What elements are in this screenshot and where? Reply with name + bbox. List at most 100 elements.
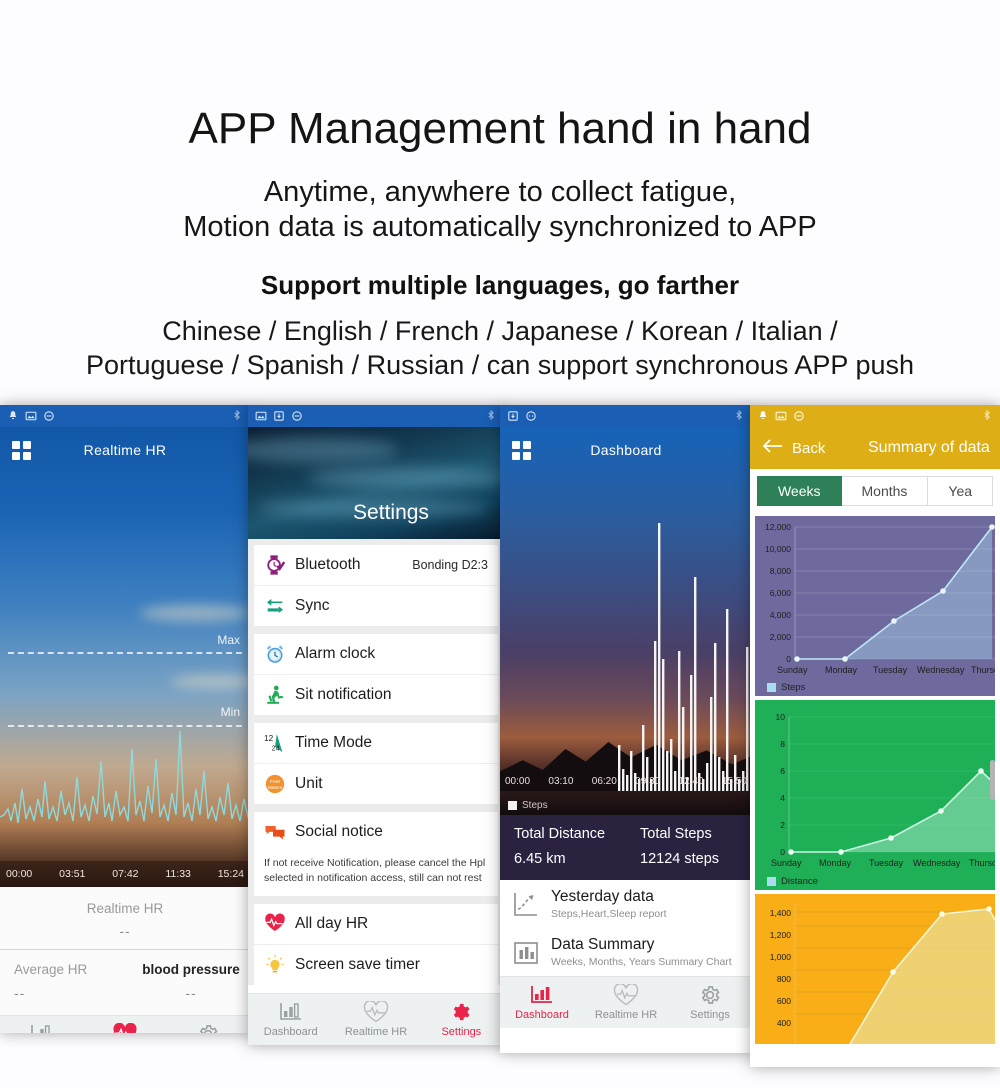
- trend-chart-icon: [512, 890, 540, 918]
- nav-item-settings[interactable]: Settings: [419, 1001, 504, 1038]
- nav-item-dashboard[interactable]: Dashboard: [0, 1023, 83, 1033]
- gear-icon: [419, 1001, 504, 1023]
- total-distance-stat: Total Distance 6.45 km: [500, 826, 626, 867]
- list-item-subtitle: Steps,Heart,Sleep report: [551, 908, 667, 920]
- chart-legend: Distance: [767, 876, 818, 887]
- y-tick: 6,000: [769, 588, 791, 598]
- hero-language-list: Chinese / English / French / Japanese / …: [0, 315, 1000, 383]
- nav-item-dashboard[interactable]: Dashboard: [500, 984, 584, 1021]
- phone-screen-realtime-hr: Realtime HR Max Min 00:00 03:51 07:42 11…: [0, 405, 250, 1033]
- phone-screen-dashboard: Dashboard 00:00 03:10 06:20 09:30 12:40 …: [500, 405, 752, 1053]
- bar-chart-icon: [512, 938, 540, 966]
- settings-title: Settings: [353, 501, 429, 524]
- nav-item-settings[interactable]: Settings: [167, 1023, 250, 1033]
- notification-bell-icon: [7, 410, 19, 422]
- speech-bubbles-icon: [264, 821, 286, 843]
- settings-row-label: Social notice: [295, 823, 383, 840]
- hero-bold-line: Support multiple languages, go farther: [260, 270, 740, 301]
- chart-legend: Steps: [767, 682, 805, 693]
- steps-bar-chart: [618, 523, 749, 791]
- x-tick: Wednesday: [913, 858, 961, 868]
- blood-pressure-label: blood pressure: [142, 962, 240, 977]
- app-bar: Realtime HR: [0, 427, 250, 473]
- settings-row-label: Alarm clock: [295, 645, 376, 662]
- settings-row-label: Unit: [295, 775, 323, 792]
- settings-row-social-notice[interactable]: Social notice: [254, 812, 498, 852]
- y-tick: 2: [780, 820, 785, 830]
- page-title: APP Management hand in hand: [188, 104, 812, 153]
- x-tick: Monday: [819, 858, 852, 868]
- vertical-scrollbar-thumb[interactable]: [990, 760, 995, 800]
- bluetooth-icon: [485, 409, 497, 424]
- bluetooth-icon: [981, 409, 993, 424]
- nav-item-dashboard[interactable]: Dashboard: [248, 1001, 333, 1038]
- nav-item-realtime-hr[interactable]: Realtime HR: [333, 1000, 418, 1039]
- back-button[interactable]: Back: [762, 438, 825, 458]
- average-hr-stat: Average HR --: [0, 962, 132, 1001]
- gear-icon: [167, 1023, 250, 1033]
- nav-item-realtime-hr[interactable]: Realtime HR: [83, 1022, 166, 1033]
- totals-panel: Total Distance 6.45 km Total Steps 12124…: [500, 815, 752, 880]
- nav-label: Realtime HR: [344, 1026, 408, 1039]
- tab-weeks[interactable]: Weeks: [756, 476, 842, 506]
- grid-menu-icon[interactable]: [512, 440, 531, 460]
- distance-summary-chart: 10 8 6 4 2 0 Sunday Monday Tuesday Wedne…: [755, 700, 995, 890]
- settings-row-bluetooth[interactable]: Bluetooth Bonding D2:3: [254, 545, 498, 586]
- tab-months[interactable]: Months: [841, 476, 929, 506]
- x-tick: Sunday: [771, 858, 802, 868]
- bluetooth-icon: [733, 409, 745, 424]
- watch-check-icon: [264, 554, 286, 576]
- settings-row-alarm-clock[interactable]: Alarm clock: [254, 634, 498, 675]
- hr-stat-columns: Average HR -- blood pressure --: [0, 950, 250, 1015]
- list-item-yesterday-data[interactable]: Yesterday data Steps,Heart,Sleep report: [500, 880, 752, 928]
- settings-row-sit-notification[interactable]: Sit notification: [254, 675, 498, 715]
- settings-row-all-day-hr[interactable]: All day HR: [254, 904, 498, 946]
- download-box-icon: [273, 410, 285, 422]
- bar-chart-icon: [248, 1001, 333, 1023]
- do-not-disturb-icon: [793, 410, 805, 422]
- settings-row-screen-save-timer[interactable]: Screen save timer: [254, 945, 498, 985]
- wave-decor: [248, 437, 398, 463]
- nav-label: Settings: [441, 1026, 482, 1039]
- list-item-data-summary[interactable]: Data Summary Weeks, Months, Years Summar…: [500, 928, 752, 976]
- nav-item-settings[interactable]: Settings: [668, 984, 752, 1021]
- settings-list: Bluetooth Bonding D2:3 Sync Alarm clock: [248, 539, 504, 986]
- settings-row-label: All day HR: [295, 915, 369, 933]
- x-tick: Tuesday: [869, 858, 904, 868]
- y-tick: 8,000: [769, 566, 791, 576]
- tab-years[interactable]: Yea: [928, 476, 994, 506]
- time-mode-icon: 12 24: [264, 732, 286, 754]
- image-icon: [255, 410, 267, 422]
- status-bar: [0, 405, 250, 427]
- settings-row-sync[interactable]: Sync: [254, 586, 498, 626]
- settings-row-time-mode[interactable]: 12 24 Time Mode: [254, 723, 498, 764]
- y-tick: 800: [776, 974, 791, 984]
- more-options-icon: [525, 410, 537, 422]
- y-tick: 0: [786, 654, 791, 664]
- blood-pressure-stat: blood pressure --: [132, 962, 250, 1001]
- settings-row-label: Time Mode: [295, 734, 372, 751]
- x-tick: Thursday: [971, 665, 995, 675]
- total-steps-value: 12124 steps: [640, 851, 720, 867]
- nav-item-realtime-hr[interactable]: Realtime HR: [584, 983, 668, 1021]
- y-tick: 4: [780, 793, 785, 803]
- hero-subtitle: Anytime, anywhere to collect fatigue, Mo…: [0, 175, 1000, 244]
- hero-languages-line-1: Chinese / English / French / Japanese / …: [162, 316, 838, 347]
- bluetooth-icon: [231, 409, 243, 424]
- time-tick: 00:00: [505, 775, 531, 787]
- legend-swatch: [767, 877, 776, 886]
- y-tick: 0: [780, 847, 785, 857]
- hr-stats-panel: Realtime HR -- Average HR -- blood press…: [0, 887, 250, 1015]
- y-tick: 600: [776, 996, 791, 1006]
- settings-row-unit[interactable]: Feet Meters Unit: [254, 764, 498, 804]
- time-tick: 00:00: [6, 868, 33, 880]
- nav-label: Settings: [690, 1009, 730, 1021]
- legend-label: Steps: [522, 800, 548, 811]
- time-tick: 07:42: [112, 868, 139, 880]
- grid-menu-icon[interactable]: [12, 440, 31, 460]
- hero-section: APP Management hand in hand Anytime, any…: [0, 0, 1000, 383]
- alarm-clock-icon: [264, 643, 286, 665]
- x-tick: Sunday: [777, 665, 808, 675]
- x-tick: Tuesday: [873, 665, 908, 675]
- heart-pulse-icon: [333, 1000, 418, 1023]
